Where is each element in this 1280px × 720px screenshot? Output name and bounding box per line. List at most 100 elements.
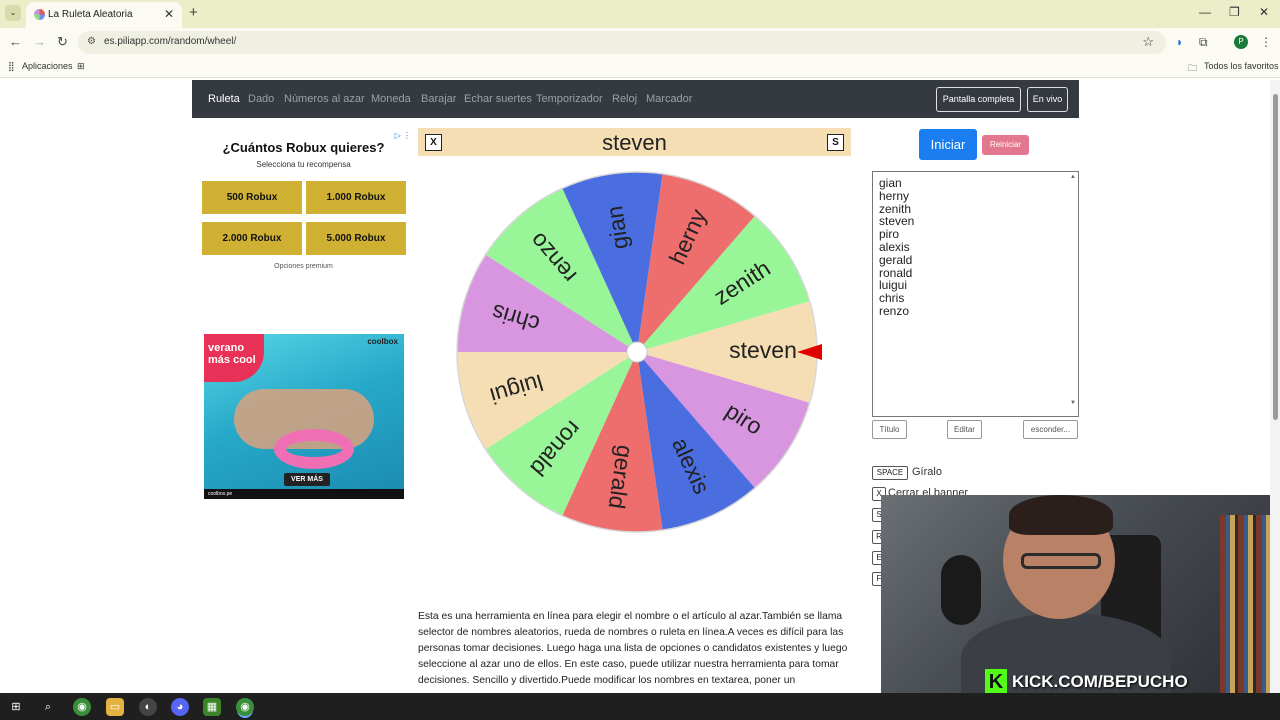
shortcut-label-space: Gíralo: [912, 466, 942, 478]
nav-item-echar-suertes[interactable]: Echar suertes: [464, 93, 532, 105]
hide-button[interactable]: esconder...: [1023, 420, 1078, 439]
address-bar[interactable]: ⚙ es.piliapp.com/random/wheel/ ☆: [78, 31, 1166, 54]
nav-item-temporizador[interactable]: Temporizador: [536, 93, 603, 105]
microphone-image: [941, 555, 981, 625]
ad-logo: verano más cool: [204, 334, 264, 382]
robux-option-5000[interactable]: 5.000 Robux: [306, 222, 406, 255]
profile-avatar[interactable]: P: [1234, 35, 1248, 49]
close-banner-button[interactable]: X: [425, 134, 442, 151]
tab-groups-icon[interactable]: ⊞: [77, 61, 85, 72]
start-button[interactable]: Iniciar: [919, 129, 977, 160]
chrome-active-icon[interactable]: ◉: [236, 698, 254, 716]
scroll-down-icon[interactable]: ▼: [1070, 400, 1076, 406]
nav-item-barajar[interactable]: Barajar: [421, 93, 456, 105]
ad-choices-icon[interactable]: ▷ ⋮: [395, 131, 411, 140]
back-icon[interactable]: ←: [9, 34, 22, 49]
ad-logo-line1: verano: [208, 342, 245, 354]
kick-channel-text: KICK.COM/BEPUCHO: [1012, 672, 1188, 691]
robux-option-2000[interactable]: 2.000 Robux: [202, 222, 302, 255]
bookmark-star-icon[interactable]: ☆: [1142, 34, 1154, 50]
file-explorer-icon[interactable]: ▭: [106, 698, 124, 716]
nav-item-marcador[interactable]: Marcador: [646, 93, 692, 105]
names-list-entry: renzo: [879, 303, 910, 318]
names-list-entry: alexis: [879, 239, 910, 254]
banner-s-button[interactable]: S: [827, 134, 844, 151]
new-tab-button[interactable]: +: [189, 4, 198, 21]
robux-ad[interactable]: ▷ ⋮ ¿Cuántos Robux quieres? Selecciona t…: [192, 129, 415, 319]
streamer-glasses-image: [1021, 553, 1101, 569]
extension-icon[interactable]: ◗: [1176, 35, 1183, 49]
names-list-entry: gian: [879, 176, 902, 190]
names-list-entry: herny: [879, 188, 910, 203]
nav-item-moneda[interactable]: Moneda: [371, 93, 411, 105]
folder-icon: 🗀: [1188, 63, 1198, 73]
edit-button[interactable]: Editar: [947, 420, 982, 439]
url-text: es.piliapp.com/random/wheel/: [104, 36, 237, 47]
site-info-icon[interactable]: ⚙: [87, 36, 96, 47]
reload-icon[interactable]: ↻: [57, 34, 68, 50]
wheel-hub: [626, 341, 648, 363]
windows-start-icon[interactable]: ⊞: [7, 698, 25, 716]
obs-icon[interactable]: ◐: [139, 698, 157, 716]
names-list-entry: gerald: [879, 252, 913, 267]
ad-footer: Opciones premium: [274, 263, 333, 270]
browser-toolbar: ← → ↻ ⚙ es.piliapp.com/random/wheel/ ☆ ◗…: [0, 28, 1280, 56]
ad-title: ¿Cuántos Robux quieres?: [222, 140, 385, 155]
page-scrollbar[interactable]: [1270, 80, 1280, 693]
ad-cta-button[interactable]: VER MÁS: [284, 473, 330, 486]
bookmark-all-favorites[interactable]: Todos los favoritos: [1204, 61, 1279, 71]
bookmarks-bar: ⣿ Aplicaciones ⊞ 🗀 Todos los favoritos: [0, 56, 1280, 78]
close-tab-icon[interactable]: ✕: [164, 7, 174, 21]
kick-logo-icon: K: [985, 669, 1007, 693]
web-page: Ruleta Dado Números al azar Moneda Baraj…: [0, 79, 1280, 693]
browser-tab[interactable]: La Ruleta Aleatoria ✕: [26, 2, 182, 28]
tab-search-button[interactable]: ⌄: [5, 5, 21, 21]
reset-button[interactable]: Reiniciar: [982, 135, 1029, 155]
wheel-segment-label: steven: [729, 337, 797, 363]
minecraft-icon[interactable]: ▦: [203, 698, 221, 716]
ad-float-ring-image: [274, 429, 354, 469]
bookmark-apps[interactable]: Aplicaciones: [22, 61, 73, 71]
nav-item-reloj[interactable]: Reloj: [612, 93, 637, 105]
fullscreen-button[interactable]: Pantalla completa: [936, 87, 1021, 112]
streamer-hair-image: [1009, 495, 1113, 535]
extensions-puzzle-icon[interactable]: ⧉: [1199, 35, 1208, 50]
ad-footer-strip: coolbox.pe: [204, 489, 404, 499]
ad-subtitle: Selecciona tu recompensa: [256, 160, 351, 169]
robux-option-1000[interactable]: 1.000 Robux: [306, 181, 406, 214]
names-list-entry: luigui: [879, 278, 908, 293]
restore-icon[interactable]: ❐: [1229, 5, 1240, 19]
site-navbar: Ruleta Dado Números al azar Moneda Baraj…: [192, 80, 1079, 118]
nav-item-ruleta[interactable]: Ruleta: [208, 93, 240, 105]
taskbar-search-icon[interactable]: ⌕: [39, 698, 57, 716]
shortcut-key-space: SPACE: [872, 466, 908, 480]
spin-wheel[interactable]: gian hernyzenithstevenpiroalexisgeraldron…: [452, 167, 822, 537]
title-button[interactable]: Título: [872, 420, 907, 439]
minimize-icon[interactable]: —: [1199, 5, 1211, 19]
ad-brand: coolbox: [367, 337, 398, 346]
streamer-webcam-overlay: K KICK.COM/BEPUCHO: [881, 495, 1280, 693]
discord-icon[interactable]: ◕: [171, 698, 189, 716]
apps-grid-icon[interactable]: ⣿: [8, 61, 15, 72]
menu-kebab-icon[interactable]: ⋮: [1260, 35, 1272, 49]
names-list-entry: ronald: [879, 265, 913, 280]
robux-option-500[interactable]: 500 Robux: [202, 181, 302, 214]
names-list-entry: steven: [879, 214, 915, 229]
tab-strip: ⌄ La Ruleta Aleatoria ✕ + — ❐ ✕: [0, 0, 1280, 28]
scroll-up-icon[interactable]: ▲: [1070, 174, 1076, 180]
close-window-icon[interactable]: ✕: [1259, 5, 1269, 19]
chrome-icon[interactable]: ◉: [73, 698, 91, 716]
result-banner: steven X S: [418, 128, 851, 156]
page-scrollbar-thumb[interactable]: [1273, 94, 1278, 420]
ad-logo-line2: más cool: [208, 354, 256, 366]
names-textarea[interactable]: ▲ ▼ gian herny zenith steven piro alexis geral…: [872, 171, 1079, 417]
selected-name: steven: [602, 130, 667, 155]
forward-icon[interactable]: →: [33, 34, 46, 49]
tab-title: La Ruleta Aleatoria: [48, 9, 133, 20]
nav-item-dado[interactable]: Dado: [248, 93, 274, 105]
nav-item-numeros[interactable]: Números al azar: [284, 93, 365, 105]
site-favicon-icon: [34, 9, 45, 20]
windows-taskbar: ⊞ ⌕ ◉ ▭ ◐ ◕ ▦ ◉: [0, 693, 1280, 720]
coolbox-ad[interactable]: verano más cool coolbox VER MÁS coolbox.…: [204, 334, 404, 499]
live-button[interactable]: En vivo: [1027, 87, 1068, 112]
